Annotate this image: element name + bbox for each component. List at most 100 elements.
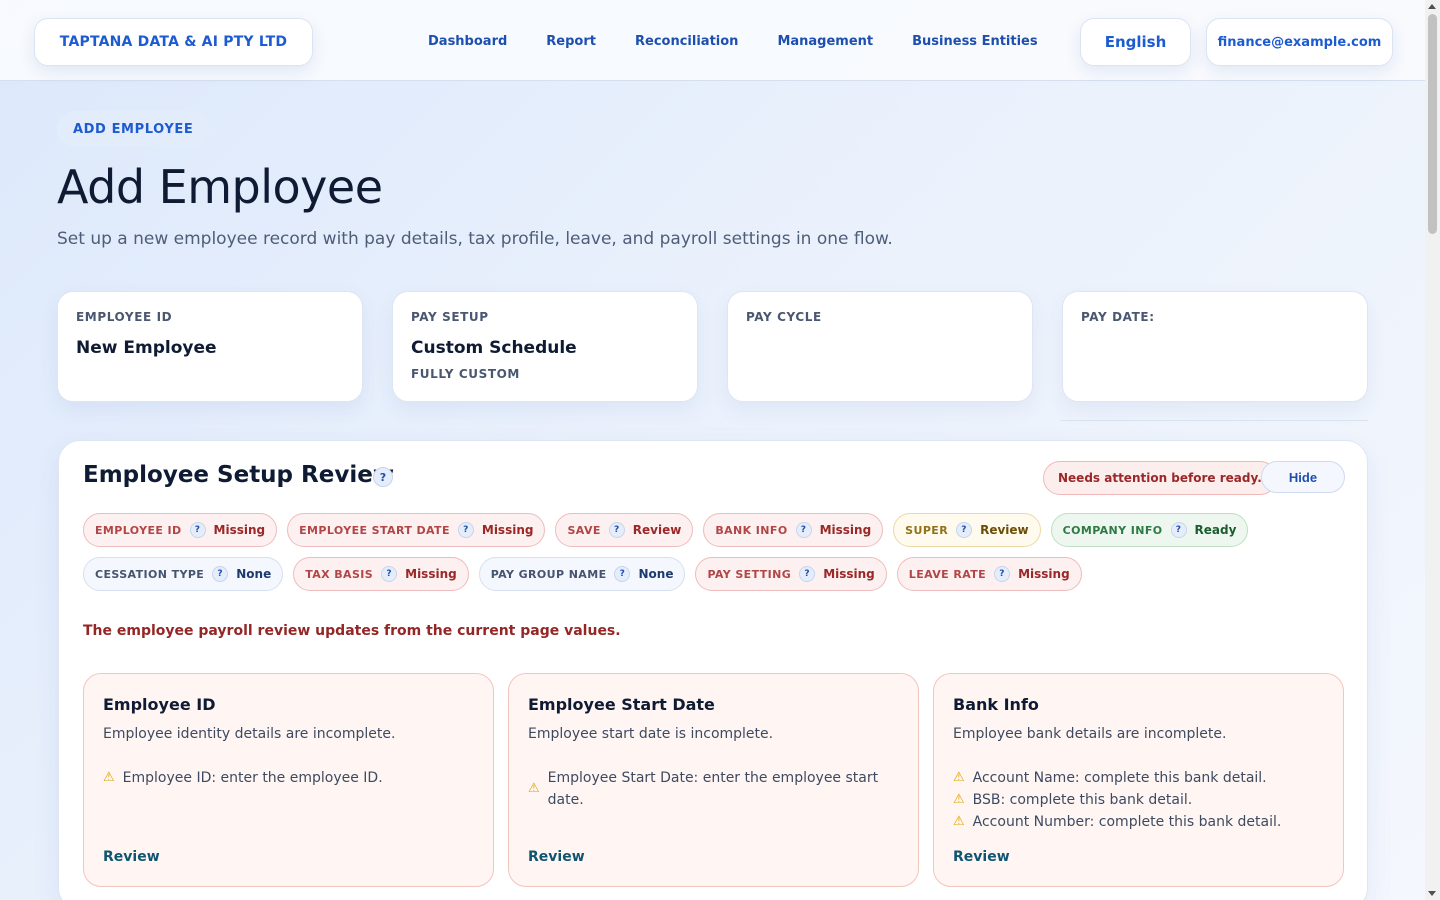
page-title: Add Employee — [57, 160, 383, 214]
issue-card-employee-start-date: Employee Start Date Employee start date … — [508, 673, 919, 887]
page-subtitle: Set up a new employee record with pay de… — [57, 229, 893, 249]
chip-status: Review — [980, 523, 1029, 537]
warning-icon: ⚠ — [103, 770, 115, 785]
scroll-down-icon[interactable] — [1428, 891, 1436, 896]
help-icon[interactable]: ? — [457, 522, 474, 538]
chip-status: Missing — [819, 523, 872, 537]
stat-value: New Employee — [76, 338, 217, 358]
page-scrollbar[interactable] — [1425, 0, 1440, 900]
chip-row: EMPLOYEE ID? Missing EMPLOYEE START DATE? M… — [83, 513, 1249, 547]
chip-label: EMPLOYEE START DATE — [299, 523, 450, 537]
chip-label: COMPANY INFO — [1062, 523, 1163, 537]
warning-icon: ⚠ — [528, 781, 540, 796]
issue-title: Bank Info — [953, 695, 1039, 714]
scroll-up-icon[interactable] — [1428, 4, 1436, 9]
chip-row: CESSATION TYPE? None TAX BASIS? Missing PAY … — [83, 557, 1183, 591]
language-selector[interactable]: English — [1080, 18, 1191, 66]
issue-title: Employee ID — [103, 695, 216, 714]
status-badge: Needs attention before ready. — [1043, 461, 1277, 495]
company-selector[interactable]: TAPTANA DATA & AI PTY LTD — [34, 18, 313, 66]
nav-business-entities[interactable]: Business Entities — [912, 34, 1037, 49]
issue-list: ⚠ Employee ID: enter the employee ID. — [103, 767, 474, 789]
status-chip-tax-basis[interactable]: TAX BASIS? Missing — [293, 557, 469, 591]
issue-description: Employee identity details are incomplete… — [103, 726, 396, 742]
nav-report[interactable]: Report — [546, 34, 596, 49]
list-item: ⚠ Employee ID: enter the employee ID. — [103, 767, 474, 789]
issue-list: ⚠ Employee Start Date: enter the employee… — [528, 767, 899, 811]
chip-status: Missing — [823, 567, 875, 581]
issue-card-bank-info: Bank Info Employee bank details are inco… — [933, 673, 1344, 887]
issue-text: Account Number: complete this bank detai… — [972, 814, 1282, 830]
chip-label: TAX BASIS — [305, 567, 374, 581]
chip-label: BANK INFO — [715, 523, 788, 537]
help-icon[interactable]: ? — [608, 522, 625, 538]
chip-label: CESSATION TYPE — [95, 567, 205, 581]
top-bar: TAPTANA DATA & AI PTY LTD Dashboard Repo… — [0, 0, 1425, 81]
warning-icon: ⚠ — [953, 814, 965, 829]
user-account-button[interactable]: finance@example.com — [1206, 18, 1393, 66]
issue-card-employee-id: Employee ID Employee identity details ar… — [83, 673, 494, 887]
status-chip-company-info[interactable]: COMPANY INFO? Ready — [1050, 513, 1249, 547]
chip-status: Review — [632, 523, 682, 537]
list-item: ⚠ BSB: complete this bank detail. — [953, 789, 1324, 811]
help-icon[interactable]: ? — [189, 522, 206, 538]
warning-icon: ⚠ — [953, 792, 965, 807]
hide-button[interactable]: Hide — [1261, 461, 1345, 493]
status-chip-pay-setting[interactable]: PAY SETTING? Missing — [695, 557, 887, 591]
chip-label: SAVE — [567, 523, 601, 537]
scroll-thumb[interactable] — [1428, 14, 1437, 234]
stat-value: Custom Schedule — [411, 338, 577, 358]
nav-dashboard[interactable]: Dashboard — [428, 34, 507, 49]
stat-label: PAY DATE: — [1081, 310, 1155, 324]
stat-label: PAY SETUP — [411, 310, 489, 324]
stat-card-pay-date: PAY DATE: — [1062, 291, 1368, 402]
help-icon[interactable]: ? — [212, 566, 229, 582]
chip-label: LEAVE RATE — [908, 567, 987, 581]
status-chip-save[interactable]: SAVE? Review — [555, 513, 694, 547]
help-icon[interactable]: ? — [1170, 522, 1187, 538]
status-chip-employee-start-date[interactable]: EMPLOYEE START DATE? Missing — [287, 513, 546, 547]
issue-text: Account Name: complete this bank detail. — [972, 770, 1267, 786]
chip-status: Missing — [405, 567, 457, 581]
status-chip-employee-id[interactable]: EMPLOYEE ID? Missing — [83, 513, 278, 547]
issue-description: Employee start date is incomplete. — [528, 726, 774, 742]
help-icon[interactable]: ? — [373, 467, 393, 487]
list-item: ⚠ Account Number: complete this bank deta… — [953, 811, 1324, 833]
review-link[interactable]: Review — [953, 849, 1010, 865]
chip-status: None — [638, 567, 674, 581]
status-chip-super[interactable]: SUPER? Review — [893, 513, 1041, 547]
review-link[interactable]: Review — [528, 849, 585, 865]
issue-text: Employee ID: enter the employee ID. — [122, 770, 383, 786]
status-chips: EMPLOYEE ID? Missing EMPLOYEE START DATE? M… — [83, 513, 1249, 601]
chip-status: Missing — [213, 523, 266, 537]
help-icon[interactable]: ? — [381, 566, 398, 582]
status-chip-leave-rate[interactable]: LEAVE RATE? Missing — [896, 557, 1082, 591]
section-pill: ADD EMPLOYEE — [57, 111, 210, 147]
list-item: ⚠ Account Name: complete this bank detail… — [953, 767, 1324, 789]
stat-card-employee-id: EMPLOYEE ID New Employee — [57, 291, 363, 402]
stat-label: EMPLOYEE ID — [76, 310, 173, 324]
help-icon[interactable]: ? — [956, 522, 973, 538]
main-nav: Dashboard Report Reconciliation Manageme… — [428, 34, 1077, 49]
status-chip-pay-group-name[interactable]: PAY GROUP NAME? None — [478, 557, 686, 591]
chip-status: None — [236, 567, 272, 581]
status-chip-cessation-type[interactable]: CESSATION TYPE? None — [83, 557, 284, 591]
review-note: The employee payroll review updates from… — [83, 623, 621, 639]
nav-management[interactable]: Management — [777, 34, 873, 49]
help-icon[interactable]: ? — [994, 566, 1011, 582]
nav-reconciliation[interactable]: Reconciliation — [635, 34, 738, 49]
warning-icon: ⚠ — [953, 770, 965, 785]
chip-status: Missing — [1018, 567, 1070, 581]
status-chip-bank-info[interactable]: BANK INFO? Missing — [703, 513, 884, 547]
review-link[interactable]: Review — [103, 849, 160, 865]
issue-list: ⚠ Account Name: complete this bank detail… — [953, 767, 1324, 833]
issue-text: BSB: complete this bank detail. — [972, 792, 1193, 808]
help-icon[interactable]: ? — [614, 566, 631, 582]
help-icon[interactable]: ? — [795, 522, 812, 538]
issue-title: Employee Start Date — [528, 695, 715, 714]
stat-sublabel: FULLY CUSTOM — [411, 367, 520, 381]
help-icon[interactable]: ? — [799, 566, 816, 582]
employee-setup-review-panel: Employee Setup Review ? Needs attention … — [58, 440, 1368, 900]
chip-label: PAY SETTING — [707, 567, 792, 581]
divider — [1060, 420, 1368, 421]
